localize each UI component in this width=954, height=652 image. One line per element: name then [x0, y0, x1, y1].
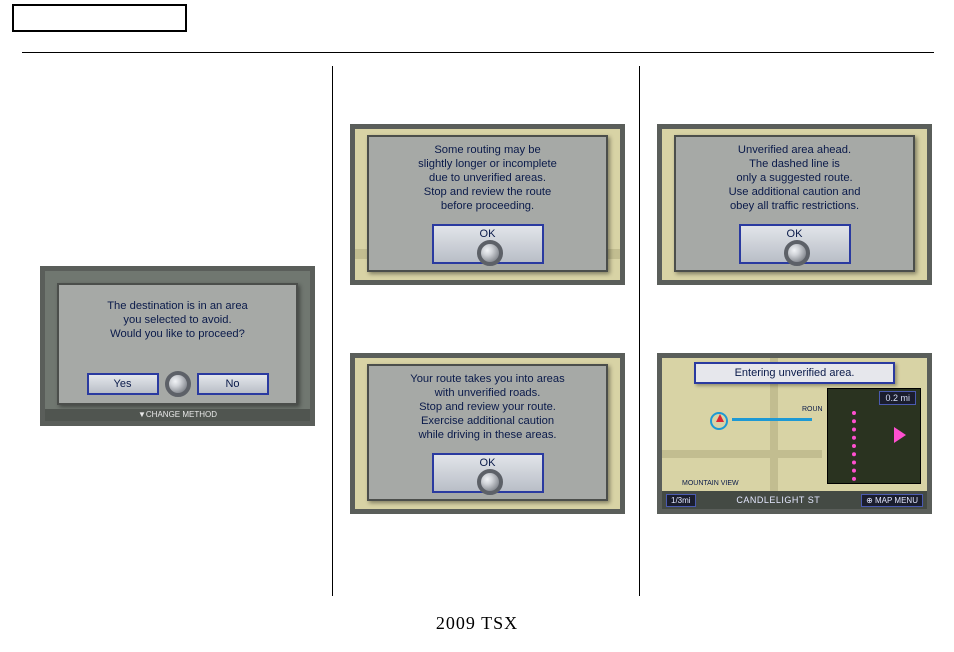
- change-method-label: ▼CHANGE METHOD: [138, 410, 217, 419]
- no-label: No: [225, 378, 239, 390]
- vehicle-heading-icon: [716, 414, 724, 422]
- banner-text: Entering unverified area.: [735, 367, 855, 379]
- nav-screen-avoid-area: The destination is in an area you select…: [40, 266, 315, 426]
- dialog-avoid-area: The destination is in an area you select…: [57, 283, 298, 405]
- dialog-unverified-roads: Your route takes you into areas with unv…: [367, 364, 608, 501]
- change-method-bar[interactable]: ▼CHANGE METHOD: [45, 409, 310, 421]
- dialog-routing-longer: Some routing may be slightly longer or i…: [367, 135, 608, 272]
- nav-screen-entering-unverified: MOUNTAIN VIEW ROUN Entering unverified a…: [657, 353, 932, 514]
- joystick-icon: [477, 240, 503, 266]
- ok-label: OK: [480, 228, 496, 240]
- entering-unverified-banner: Entering unverified area.: [694, 362, 895, 384]
- button-bar: OK: [369, 453, 606, 493]
- nav-screen-unverified-ahead: Unverified area ahead. The dashed line i…: [657, 124, 932, 285]
- column-divider-1: [332, 66, 333, 596]
- no-button[interactable]: No: [197, 373, 269, 395]
- ok-label: OK: [480, 457, 496, 469]
- scale-badge[interactable]: 1/3mi: [666, 494, 696, 507]
- nav-screen-routing-longer: Some routing may be slightly longer or i…: [350, 124, 625, 285]
- map-menu-button[interactable]: ⊕ MAP MENU: [861, 494, 923, 507]
- route-line: [732, 418, 812, 421]
- horizontal-rule: [22, 52, 934, 53]
- ok-button[interactable]: OK: [432, 453, 544, 493]
- current-street-label: CANDLELIGHT ST: [736, 495, 820, 505]
- road-label: ROUN: [802, 406, 823, 413]
- yes-label: Yes: [114, 378, 132, 390]
- column-divider-2: [639, 66, 640, 596]
- joystick-icon: [784, 240, 810, 266]
- yes-button[interactable]: Yes: [87, 373, 159, 395]
- button-bar: OK: [676, 224, 913, 264]
- ok-label: OK: [787, 228, 803, 240]
- button-bar: OK: [369, 224, 606, 264]
- button-bar: Yes No: [59, 371, 296, 397]
- dialog-text: Unverified area ahead. The dashed line i…: [676, 141, 913, 213]
- dialog-text: The destination is in an area you select…: [59, 289, 296, 341]
- turn-preview-thumbnail: 0.2 mi: [827, 388, 921, 484]
- turn-arrow-icon: [894, 427, 906, 443]
- joystick-icon: [477, 469, 503, 495]
- page-footer: 2009 TSX: [0, 613, 954, 634]
- section-header-box: [12, 4, 187, 32]
- ok-button[interactable]: OK: [739, 224, 851, 264]
- dialog-text: Your route takes you into areas with unv…: [369, 370, 606, 442]
- dialog-text: Some routing may be slightly longer or i…: [369, 141, 606, 213]
- turn-distance-badge: 0.2 mi: [879, 391, 916, 405]
- nav-screen-unverified-roads: Your route takes you into areas with unv…: [350, 353, 625, 514]
- suggested-route-dashed: [852, 411, 856, 481]
- joystick-icon: [165, 371, 191, 397]
- ok-button[interactable]: OK: [432, 224, 544, 264]
- dialog-unverified-ahead: Unverified area ahead. The dashed line i…: [674, 135, 915, 272]
- map-bottom-strip: 1/3mi CANDLELIGHT ST ⊕ MAP MENU: [662, 491, 927, 509]
- place-label: MOUNTAIN VIEW: [682, 480, 739, 487]
